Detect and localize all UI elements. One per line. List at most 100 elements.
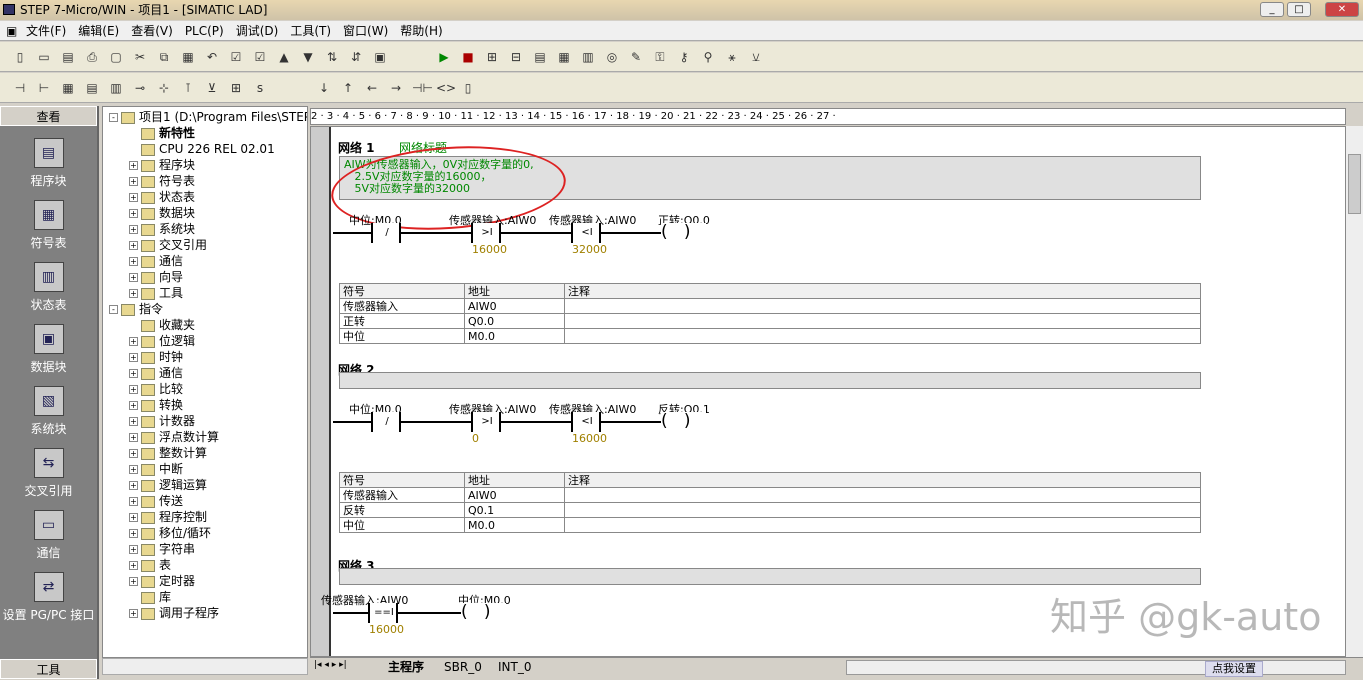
coil-insert-icon[interactable]: <> xyxy=(436,80,456,96)
box-insert-icon[interactable]: ▯ xyxy=(460,80,476,96)
symbol-table-cell[interactable]: AIW0 xyxy=(464,487,565,503)
network-insert-icon[interactable]: ⊣ xyxy=(12,80,28,96)
symbol-addr-icon[interactable]: ⊞ xyxy=(228,80,244,96)
tree-item[interactable]: 收藏夹 xyxy=(129,317,195,333)
expand-icon[interactable]: + xyxy=(129,273,138,282)
contact-value[interactable]: 16000 xyxy=(572,432,607,445)
force-icon[interactable]: ⚷ xyxy=(676,49,692,65)
menu-item[interactable]: 帮助(H) xyxy=(394,21,448,41)
tree-item[interactable]: 库 xyxy=(129,589,171,605)
symbol-table-cell[interactable] xyxy=(564,487,1201,503)
symbol-table-cell[interactable] xyxy=(564,502,1201,518)
expand-icon[interactable]: + xyxy=(129,513,138,522)
expand-icon[interactable]: + xyxy=(129,609,138,618)
menu-item[interactable]: 文件(F) xyxy=(20,21,72,41)
minimize-button[interactable]: _ xyxy=(1260,2,1284,17)
view-fbd-icon[interactable]: ▥ xyxy=(108,80,124,96)
expand-icon[interactable]: + xyxy=(129,241,138,250)
open-icon[interactable]: ▭ xyxy=(36,49,52,65)
sort-asc-icon[interactable]: ⇅ xyxy=(324,49,340,65)
line-right-icon[interactable]: → xyxy=(388,80,404,96)
compile-all-icon[interactable]: ☑ xyxy=(252,49,268,65)
menu-item[interactable]: 编辑(E) xyxy=(72,21,125,41)
expand-icon[interactable]: + xyxy=(129,161,138,170)
collapse-icon[interactable]: - xyxy=(109,305,118,314)
nav-item[interactable]: ▧ 系统块 xyxy=(0,386,97,437)
expand-icon[interactable]: + xyxy=(129,481,138,490)
symbol-table-cell[interactable]: M0.0 xyxy=(464,517,565,533)
network-header[interactable]: 网络 1 xyxy=(338,139,375,156)
run-icon[interactable]: ▶ xyxy=(436,49,452,65)
expand-icon[interactable]: + xyxy=(129,353,138,362)
coil-icon[interactable]: ⊹ xyxy=(156,80,172,96)
editor-horizontal-scrollbar[interactable] xyxy=(846,660,1346,675)
tree-item[interactable]: - 项目1 (D:\Program Files\STEP 7- xyxy=(109,109,307,125)
coil[interactable]: ( ) xyxy=(661,223,706,243)
scroll-thumb[interactable] xyxy=(1348,154,1361,214)
contact[interactable]: / xyxy=(371,412,401,432)
toggle-icon[interactable]: ▥ xyxy=(580,49,596,65)
tree-item[interactable]: + 系统块 xyxy=(129,221,195,237)
symbol-table-cell[interactable]: AIW0 xyxy=(464,298,565,314)
hint-button[interactable]: 点我设置 xyxy=(1205,661,1263,677)
expand-icon[interactable]: + xyxy=(129,577,138,586)
nav-footer-tools[interactable]: 工具 xyxy=(0,659,97,679)
tree-item[interactable]: + 移位/循环 xyxy=(129,525,211,541)
print-icon[interactable]: ⎙ xyxy=(84,49,100,65)
tree-item[interactable]: + 浮点数计算 xyxy=(129,429,219,445)
tree-item[interactable]: + 表 xyxy=(129,557,171,573)
compile-icon[interactable]: ☑ xyxy=(228,49,244,65)
tree-item[interactable]: + 程序块 xyxy=(129,157,195,173)
editor-vertical-scrollbar[interactable] xyxy=(1346,126,1363,657)
lock-icon[interactable]: ⚹ xyxy=(724,49,740,65)
expand-icon[interactable]: + xyxy=(129,529,138,538)
trend-icon[interactable]: ⊟ xyxy=(508,49,524,65)
nav-item[interactable]: ▤ 程序块 xyxy=(0,138,97,189)
view-stl-icon[interactable]: ▤ xyxy=(84,80,100,96)
tab-main[interactable]: 主程序 xyxy=(388,659,424,676)
contact[interactable]: / xyxy=(371,223,401,243)
contact-insert-icon[interactable]: ⊣⊢ xyxy=(412,80,433,96)
expand-icon[interactable]: + xyxy=(129,545,138,554)
contact-value[interactable]: 0 xyxy=(472,432,479,445)
symbol-table-cell[interactable]: 中位 xyxy=(339,517,465,533)
tree-item[interactable]: + 比较 xyxy=(129,381,183,397)
stop-icon[interactable]: ■ xyxy=(460,49,476,65)
tree-item[interactable]: + 逻辑运算 xyxy=(129,477,207,493)
sort-desc-icon[interactable]: ⇵ xyxy=(348,49,364,65)
network-delete-icon[interactable]: ⊢ xyxy=(36,80,52,96)
expand-icon[interactable]: + xyxy=(129,417,138,426)
contact[interactable]: ==I xyxy=(368,603,398,623)
tree-horizontal-scrollbar[interactable] xyxy=(102,658,308,675)
nav-item[interactable]: ▣ 数据块 xyxy=(0,324,97,375)
expand-icon[interactable]: + xyxy=(129,385,138,394)
symbol-table-cell[interactable]: Q0.1 xyxy=(464,502,565,518)
preview-icon[interactable]: ▢ xyxy=(108,49,124,65)
line-up-icon[interactable]: ↑ xyxy=(340,80,356,96)
tree-item[interactable]: CPU 226 REL 02.01 xyxy=(129,141,275,157)
unforce-icon[interactable]: ⚲ xyxy=(700,49,716,65)
symbol-table-cell[interactable] xyxy=(564,517,1201,533)
undo-icon[interactable]: ↶ xyxy=(204,49,220,65)
symbol-table-cell[interactable] xyxy=(564,298,1201,314)
upload-icon[interactable]: ▲ xyxy=(276,49,292,65)
expand-icon[interactable]: + xyxy=(129,497,138,506)
tree-item[interactable]: + 数据块 xyxy=(129,205,195,221)
tree-item[interactable]: + 向导 xyxy=(129,269,183,285)
symbol-table-cell[interactable] xyxy=(564,313,1201,329)
close-button[interactable]: ✕ xyxy=(1325,2,1359,17)
tree-item[interactable]: + 工具 xyxy=(129,285,183,301)
read-icon[interactable]: ✎ xyxy=(628,49,644,65)
save-icon[interactable]: ▤ xyxy=(60,49,76,65)
tree-item[interactable]: - 指令 xyxy=(109,301,163,317)
tree-item[interactable]: + 定时器 xyxy=(129,573,195,589)
tree-item[interactable]: + 中断 xyxy=(129,461,183,477)
expand-icon[interactable]: + xyxy=(129,225,138,234)
tab-int0[interactable]: INT_0 xyxy=(498,659,531,676)
expand-icon[interactable]: + xyxy=(129,465,138,474)
new-icon[interactable]: ▯ xyxy=(12,49,28,65)
options-icon[interactable]: ▣ xyxy=(372,49,388,65)
contact-value[interactable]: 16000 xyxy=(369,623,404,636)
status-icon[interactable]: ⊞ xyxy=(484,49,500,65)
symbol-table-cell[interactable]: 正转 xyxy=(339,313,465,329)
